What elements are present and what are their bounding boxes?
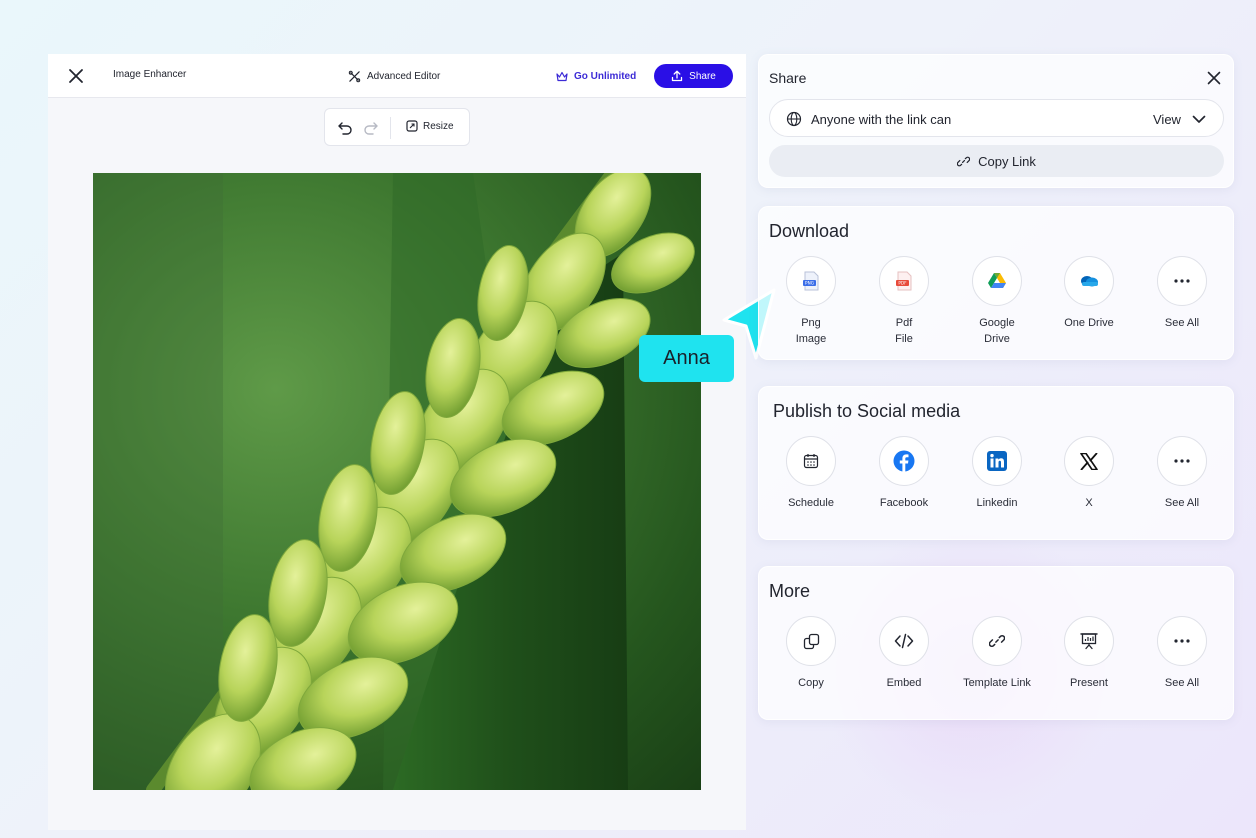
linkedin-label: Linkedin bbox=[976, 497, 1018, 509]
advanced-editor-label: Advanced Editor bbox=[367, 70, 441, 82]
copy-link-button[interactable]: Copy Link bbox=[769, 145, 1224, 177]
app-name: Image Enhancer bbox=[113, 69, 187, 80]
chevron-down-icon bbox=[1192, 115, 1206, 123]
redo-icon[interactable] bbox=[363, 120, 379, 136]
present-button[interactable]: Present bbox=[1044, 616, 1134, 691]
collaborator-name-tag: Anna bbox=[639, 335, 734, 382]
onedrive-icon bbox=[1064, 256, 1114, 306]
download-title: Download bbox=[769, 221, 850, 241]
social-publish-section: Publish to Social media Schedule Faceboo… bbox=[758, 386, 1234, 540]
copy-link-label: Copy Link bbox=[978, 153, 1036, 169]
download-pdf-button[interactable]: PDF Pdf File bbox=[859, 256, 949, 347]
share-panel: Share Anyone with the link can View Copy… bbox=[758, 54, 1234, 188]
undo-icon[interactable] bbox=[337, 120, 353, 136]
calendar-icon bbox=[786, 436, 836, 486]
editor-topbar: Image Enhancer Advanced Editor Go Unlimi… bbox=[48, 54, 746, 98]
toolbar-divider bbox=[390, 117, 391, 139]
more-see-all-label: See All bbox=[1164, 677, 1200, 689]
share-button-label: Share bbox=[689, 70, 716, 82]
social-see-all-button[interactable]: See All bbox=[1137, 436, 1227, 511]
template-link-button[interactable]: Template Link bbox=[952, 616, 1042, 691]
close-icon[interactable] bbox=[68, 68, 84, 84]
facebook-icon bbox=[879, 436, 929, 486]
image-toolbar: Resize bbox=[324, 108, 470, 146]
download-see-all-label: See All bbox=[1164, 317, 1200, 329]
share-button[interactable]: Share bbox=[654, 64, 733, 88]
x-button[interactable]: X bbox=[1044, 436, 1134, 511]
schedule-label: Schedule bbox=[788, 497, 834, 509]
linkedin-button[interactable]: Linkedin bbox=[952, 436, 1042, 511]
linkedin-icon bbox=[972, 436, 1022, 486]
more-dots-icon bbox=[1157, 436, 1207, 486]
download-onedrive-button[interactable]: One Drive bbox=[1044, 256, 1134, 331]
facebook-button[interactable]: Facebook bbox=[859, 436, 949, 511]
more-dots-icon bbox=[1157, 616, 1207, 666]
schedule-button[interactable]: Schedule bbox=[766, 436, 856, 511]
share-panel-title: Share bbox=[769, 70, 807, 86]
advanced-editor-button[interactable]: Advanced Editor bbox=[348, 67, 440, 85]
copy-label: Copy bbox=[798, 677, 824, 689]
upload-icon bbox=[672, 70, 683, 82]
link-access-value: View bbox=[1153, 112, 1181, 127]
go-unlimited-button[interactable]: Go Unlimited bbox=[556, 67, 636, 85]
x-label: X bbox=[1085, 497, 1093, 509]
download-section: Download PNG Png Image PDF Pdf File Goog… bbox=[758, 206, 1234, 360]
download-google-drive-label: Google Drive bbox=[979, 317, 1015, 345]
more-see-all-button[interactable]: See All bbox=[1137, 616, 1227, 691]
editor-window: Image Enhancer Advanced Editor Go Unlimi… bbox=[48, 54, 746, 830]
copy-button[interactable]: Copy bbox=[766, 616, 856, 691]
resize-icon bbox=[406, 120, 418, 132]
present-label: Present bbox=[1070, 677, 1108, 689]
svg-text:PNG: PNG bbox=[805, 281, 814, 286]
crown-icon bbox=[556, 71, 568, 81]
copy-icon bbox=[786, 616, 836, 666]
presentation-icon bbox=[1064, 616, 1114, 666]
embed-button[interactable]: Embed bbox=[859, 616, 949, 691]
svg-text:PDF: PDF bbox=[898, 281, 907, 286]
download-png-button[interactable]: PNG Png Image bbox=[766, 256, 856, 347]
close-icon[interactable] bbox=[1207, 71, 1221, 85]
resize-label: Resize bbox=[423, 120, 454, 132]
template-link-label: Template Link bbox=[963, 677, 1031, 689]
more-dots-icon bbox=[1157, 256, 1207, 306]
embed-label: Embed bbox=[886, 677, 922, 689]
facebook-label: Facebook bbox=[879, 497, 929, 509]
embed-code-icon bbox=[879, 616, 929, 666]
wheat-photo bbox=[93, 173, 701, 790]
link-icon bbox=[957, 156, 971, 166]
download-onedrive-label: One Drive bbox=[1064, 317, 1114, 329]
download-see-all-button[interactable]: See All bbox=[1137, 256, 1227, 331]
resize-button[interactable]: Resize bbox=[406, 120, 454, 132]
x-logo-icon bbox=[1064, 436, 1114, 486]
link-icon bbox=[972, 616, 1022, 666]
pdf-file-icon: PDF bbox=[879, 256, 929, 306]
download-google-drive-button[interactable]: Google Drive bbox=[952, 256, 1042, 347]
social-see-all-label: See All bbox=[1164, 497, 1200, 509]
more-section: More Copy Embed Template Link Present Se… bbox=[758, 566, 1234, 720]
link-access-dropdown[interactable]: Anyone with the link can View bbox=[769, 99, 1224, 137]
download-png-label: Png Image bbox=[795, 317, 827, 345]
globe-icon bbox=[786, 111, 802, 127]
magic-wand-icon bbox=[348, 70, 361, 82]
download-pdf-label: Pdf File bbox=[895, 317, 913, 345]
go-unlimited-label: Go Unlimited bbox=[574, 70, 637, 82]
social-title: Publish to Social media bbox=[773, 401, 961, 421]
png-file-icon: PNG bbox=[786, 256, 836, 306]
link-access-text: Anyone with the link can bbox=[811, 112, 952, 127]
more-title: More bbox=[769, 581, 811, 601]
google-drive-icon bbox=[972, 256, 1022, 306]
